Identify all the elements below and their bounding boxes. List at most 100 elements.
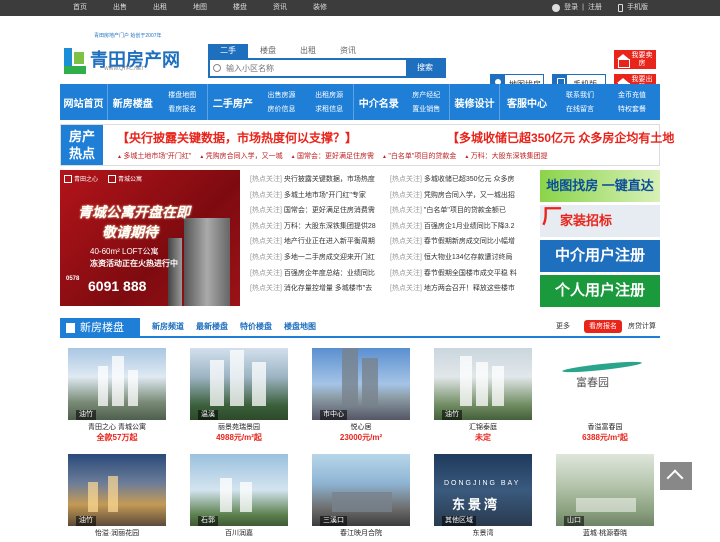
mortgage-calc-link[interactable]: 房贷计算	[628, 318, 656, 336]
hot-small-link[interactable]: 多城土地市场"开门红"	[117, 151, 191, 161]
personal-register-button[interactable]: 个人用户注册	[540, 275, 660, 307]
listing-card[interactable]: 石郭 百川润嘉	[182, 452, 288, 542]
site-logo[interactable]: 青田房地产门户 始创于2007年 青田房产网 WWW.QTFC.NET	[64, 33, 184, 88]
listing-photo: 温溪	[190, 348, 288, 420]
top-nav-rent[interactable]: 出租	[140, 0, 180, 16]
listing-card[interactable]: DONGJING BAY 东景湾 其他区域 东景湾	[426, 452, 532, 542]
nav-sales-staff[interactable]: 置业销售	[403, 104, 449, 114]
search-button[interactable]: 搜索	[406, 60, 444, 76]
nav-sale-listings[interactable]: 出售房源	[258, 90, 306, 100]
list-item[interactable]: [热点关注] 百强房企1月业绩同比下降3.2	[390, 219, 522, 235]
hot-small-link[interactable]: 万科：大股东深铁集团提	[464, 151, 548, 161]
nav-new-houses[interactable]: 新房楼盘	[108, 84, 158, 120]
news-tag: [热点关注]	[250, 191, 282, 199]
listing-name: 香溢富春园	[587, 424, 623, 431]
listing-card[interactable]: 富春园 香溢富春园 6388元/m²起	[548, 346, 654, 442]
top-nav-sale[interactable]: 出售	[100, 0, 140, 16]
listing-card[interactable]: 山口 蓝城·桃源春晓	[548, 452, 654, 542]
login-link[interactable]: 登录	[564, 0, 578, 16]
sell-house-button[interactable]: 我要卖房	[614, 50, 656, 69]
nav-price-info[interactable]: 房价信息	[258, 104, 306, 114]
nav-decoration[interactable]: 装修设计	[450, 84, 499, 120]
banner-tel: 0578 6091 888	[66, 276, 146, 294]
link-newhouse-channel[interactable]: 新房频道	[152, 318, 184, 336]
hot-headline-1[interactable]: 【央行披露关键数据，市场热度何以支撑？】	[117, 129, 357, 146]
hot-small-link[interactable]: 凭购房合同入学，又一城	[199, 151, 283, 161]
nav-second-hand[interactable]: 二手房产	[208, 84, 258, 120]
viewing-signup-button[interactable]: 看房报名	[584, 320, 622, 333]
listing-photo: 油竹	[68, 454, 166, 526]
listing-card[interactable]: 温溪 丽景苑瑞景园 4988元/m²起	[182, 346, 288, 442]
nav-agents[interactable]: 中介名录	[354, 84, 403, 120]
top-nav-map[interactable]: 地图	[180, 0, 220, 16]
search-icon	[210, 60, 224, 76]
search-input[interactable]	[224, 60, 404, 76]
banner-brand-1: 青田之心	[74, 177, 99, 183]
top-nav-home[interactable]: 首页	[60, 0, 100, 16]
nav-home[interactable]: 网站首页	[60, 84, 107, 120]
list-item[interactable]: [热点关注] 春节假期全国楼市成交平稳 料	[390, 266, 522, 282]
ad-map-find[interactable]: 地图找房 一键直达	[540, 170, 660, 202]
district-badge: 三溪口	[320, 516, 347, 526]
list-item[interactable]: [热点关注] 多城收储已超350亿元 众多房	[390, 172, 522, 188]
list-item[interactable]: [热点关注] "白名单"项目的贷款金额已	[390, 203, 522, 219]
mobile-icon	[618, 4, 623, 12]
ad-decoration[interactable]: 家装招标	[540, 201, 660, 237]
list-item[interactable]: [热点关注] 央行披露关键数据，市场热度	[250, 172, 380, 188]
banner-promo: 冻资活动正在火热进行中	[90, 259, 178, 268]
nav-message[interactable]: 在线留言	[554, 104, 606, 114]
search-tab-rent[interactable]: 出租	[288, 44, 328, 58]
nav-packages[interactable]: 特权套餐	[606, 104, 658, 114]
list-item[interactable]: [热点关注] 多地一二手房成交迎来开门红	[250, 250, 380, 266]
back-to-top-button[interactable]	[660, 462, 692, 490]
news-tag: [热点关注]	[250, 238, 282, 246]
nav-viewing-signup[interactable]: 看房报名	[158, 104, 208, 114]
nav-wanted-rent[interactable]: 求租信息	[305, 104, 353, 114]
nav-rent-listings[interactable]: 出租房源	[305, 90, 353, 100]
link-latest-estates[interactable]: 最新楼盘	[196, 318, 228, 336]
link-special-estates[interactable]: 特价楼盘	[240, 318, 272, 336]
list-item[interactable]: [热点关注] 地产行业正在进入新平衡周期	[250, 234, 380, 250]
list-item[interactable]: [热点关注] 消化存量控增量 多城楼市"去	[250, 281, 380, 297]
banner-brands: 青田之心 青城公寓	[64, 174, 142, 184]
nav-service[interactable]: 客服中心	[500, 84, 554, 120]
list-item[interactable]: [热点关注] 春节假期新房成交同比小幅增	[390, 234, 522, 250]
list-item[interactable]: [热点关注] 百强房企年度总结：业绩同比	[250, 266, 380, 282]
nav-contact[interactable]: 联系我们	[554, 90, 606, 100]
mobile-link[interactable]: 手机版	[627, 0, 648, 16]
search-tab-news[interactable]: 资讯	[328, 44, 368, 58]
hot-small-link[interactable]: 国常会：更好满足住房需	[291, 151, 374, 161]
top-nav-decor[interactable]: 装修	[300, 0, 340, 16]
listing-card[interactable]: 油竹 青田之心 青城公寓 全款57万起	[60, 346, 166, 442]
listing-name: 百川润嘉	[225, 530, 253, 537]
search-tab-estates[interactable]: 楼盘	[248, 44, 288, 58]
list-item[interactable]: [热点关注] 万科：大股东深铁集团提供28	[250, 219, 380, 235]
listing-card[interactable]: 市中心 悦心居 23000元/m²	[304, 346, 410, 442]
hot-small-link[interactable]: "白名单"项目的贷款金	[382, 151, 456, 161]
search-tab-secondhand[interactable]: 二手	[208, 44, 248, 58]
register-link[interactable]: 注册	[588, 0, 602, 16]
hot-headline-2[interactable]: 【多城收储已超350亿元 众多房企均有土地	[447, 129, 674, 146]
listing-card[interactable]: 三溪口 春江映月合院	[304, 452, 410, 542]
list-item[interactable]: [热点关注] 地方两会召开！释放这些楼市	[390, 281, 522, 297]
more-link[interactable]: 更多	[556, 318, 570, 336]
nav-brokers[interactable]: 房产经纪	[403, 90, 449, 100]
link-estate-map[interactable]: 楼盘地图	[284, 318, 316, 336]
news-title: 恒大物业134亿存款遭讨终局	[423, 253, 513, 261]
list-item[interactable]: [热点关注] 国常会：更好满足住房消费需	[250, 203, 380, 219]
listing-photo: DONGJING BAY 东景湾 其他区域	[434, 454, 532, 526]
top-nav-estates[interactable]: 楼盘	[220, 0, 260, 16]
list-item[interactable]: [热点关注] 凭购房合同入学，又一城出招	[390, 188, 522, 204]
listing-card[interactable]: 油竹 汇锦泰庭 未定	[426, 346, 532, 442]
nav-recharge[interactable]: 金币充值	[606, 90, 658, 100]
news-tag: [热点关注]	[390, 191, 422, 199]
list-item[interactable]: [热点关注] 恒大物业134亿存款遭讨终局	[390, 250, 522, 266]
listing-card[interactable]: 油竹 怡溢·润丽花园	[60, 452, 166, 542]
news-title: 地产行业正在进入新平衡周期	[283, 238, 375, 246]
agent-register-button[interactable]: 中介用户注册	[540, 240, 660, 272]
list-item[interactable]: [热点关注] 多城土地市场"开门红"专家	[250, 188, 380, 204]
nav-estate-map[interactable]: 楼盘地图	[158, 90, 208, 100]
top-nav-news[interactable]: 资讯	[260, 0, 300, 16]
news-title: 央行披露关键数据，市场热度	[283, 176, 375, 183]
promo-banner[interactable]: 青田之心 青城公寓 青城公寓开盘在即 敬请期待 40-60m² LOFT公寓 冻…	[60, 170, 240, 306]
